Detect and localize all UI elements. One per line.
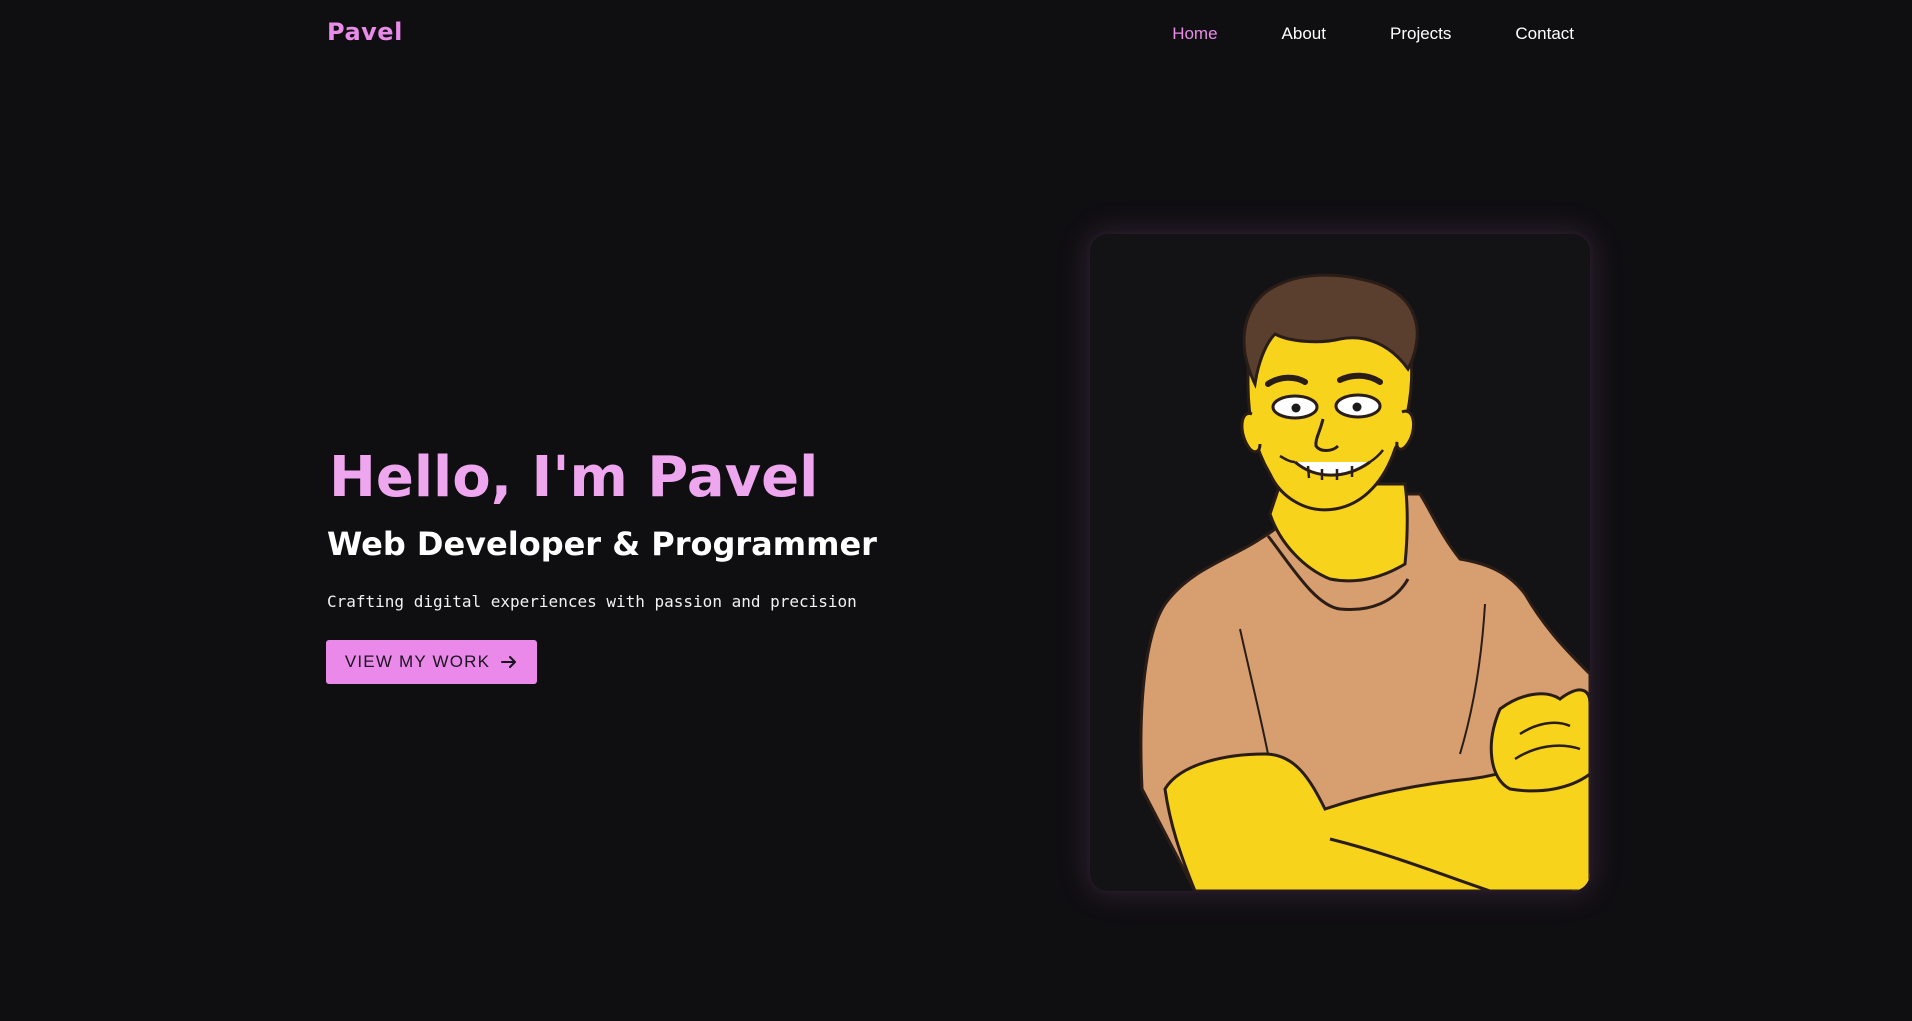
nav-contact[interactable]: Contact (1515, 24, 1574, 44)
page: Pavel Home About Projects Contact Hello,… (0, 0, 1912, 1021)
hero-tagline: Crafting digital experiences with passio… (327, 592, 857, 611)
main-nav: Home About Projects Contact (1172, 24, 1574, 44)
arrow-right-icon (500, 653, 518, 671)
hero-subtitle: Web Developer & Programmer (327, 525, 877, 563)
hero-title: Hello, I'm Pavel (329, 445, 819, 510)
portrait-card (1090, 234, 1590, 891)
nav-about[interactable]: About (1282, 24, 1326, 44)
logo-link[interactable]: Pavel (327, 18, 403, 46)
view-my-work-button[interactable]: VIEW MY WORK (326, 640, 537, 684)
view-my-work-label: VIEW MY WORK (344, 652, 491, 671)
nav-projects[interactable]: Projects (1390, 24, 1451, 44)
cartoon-portrait-image (1139, 273, 1590, 891)
nav-home[interactable]: Home (1172, 24, 1217, 44)
